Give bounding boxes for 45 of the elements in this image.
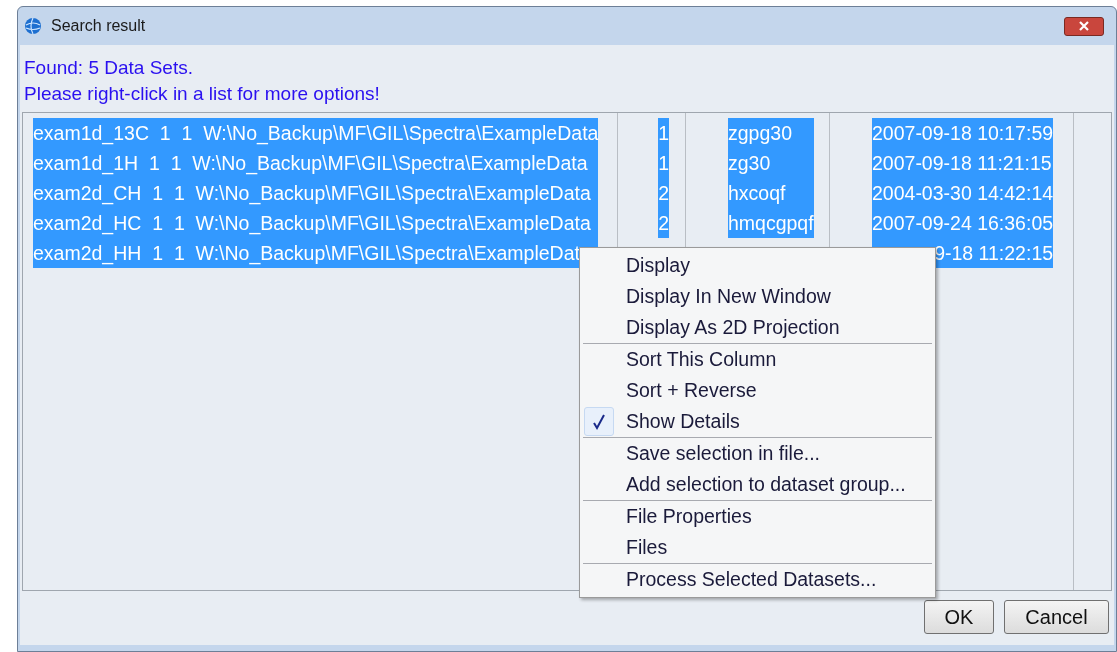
menu-item[interactable]: Display As 2D Projection bbox=[583, 312, 932, 343]
menu-item[interactable]: Process Selected Datasets... bbox=[583, 564, 932, 595]
menu-item[interactable]: Sort + Reverse bbox=[583, 375, 932, 406]
list-cell[interactable]: exam2d_CH 1 1 W:\No_Backup\MF\GIL\Spectra\ExampleData bbox=[33, 178, 599, 208]
list-cell[interactable]: zgpg30 bbox=[728, 118, 814, 148]
dialog-button[interactable]: OK bbox=[924, 600, 994, 634]
list-cell[interactable]: hmqcgpqf bbox=[728, 208, 814, 238]
menu-item-label: Display bbox=[626, 252, 690, 278]
dialog-button[interactable]: Cancel bbox=[1004, 600, 1109, 634]
menu-item-label: Files bbox=[626, 534, 668, 560]
list-cell[interactable]: exam1d_1H 1 1 W:\No_Backup\MF\GIL\Spectra\ExampleData bbox=[33, 148, 599, 178]
list-cell[interactable]: 2007-09-24 16:36:05 bbox=[872, 208, 1054, 238]
menu-item[interactable]: Files bbox=[583, 532, 932, 563]
close-button[interactable] bbox=[1064, 16, 1104, 36]
list-cell[interactable]: 2007-09-18 10:17:59 bbox=[872, 118, 1054, 148]
status-message: Found: 5 Data Sets. bbox=[24, 57, 194, 79]
menu-item-label: Sort + Reverse bbox=[626, 377, 757, 403]
list-cell[interactable]: 2 bbox=[658, 178, 669, 208]
menu-item[interactable]: Show Details bbox=[583, 406, 932, 437]
list-cell[interactable]: 2007-09-18 11:21:15 bbox=[872, 148, 1054, 178]
list-cell[interactable]: zg30 bbox=[728, 148, 814, 178]
menu-item-label: File Properties bbox=[626, 503, 752, 529]
list-cell[interactable]: 1 bbox=[658, 148, 669, 178]
status-message: Please right-click in a list for more options! bbox=[24, 83, 381, 105]
list-cell[interactable]: 2004-03-30 14:42:14 bbox=[872, 178, 1054, 208]
list-cell[interactable]: hxcoqf bbox=[728, 178, 814, 208]
window-title: Search result bbox=[51, 16, 146, 36]
menu-item[interactable]: Save selection in file... bbox=[583, 438, 932, 469]
menu-item-label: Sort This Column bbox=[626, 346, 777, 372]
menu-item[interactable]: Add selection to dataset group... bbox=[583, 469, 932, 500]
list-cell[interactable]: exam2d_HC 1 1 W:\No_Backup\MF\GIL\Spectra\ExampleData bbox=[33, 208, 599, 238]
menu-item-label: Save selection in file... bbox=[626, 440, 821, 466]
list-cell[interactable]: exam2d_HH 1 1 W:\No_Backup\MF\GIL\Spectra\ExampleDat bbox=[33, 238, 599, 268]
menu-item-label: Display As 2D Projection bbox=[626, 314, 840, 340]
list-cell[interactable]: 1 bbox=[658, 118, 669, 148]
menu-item[interactable]: Display In New Window bbox=[583, 281, 932, 312]
menu-item-label: Add selection to dataset group... bbox=[626, 471, 906, 497]
menu-item-label: Process Selected Datasets... bbox=[626, 566, 877, 592]
close-icon bbox=[1079, 21, 1089, 31]
globe-icon bbox=[24, 17, 42, 35]
list-cell[interactable]: 2 bbox=[658, 208, 669, 238]
menu-item[interactable]: Sort This Column bbox=[583, 344, 932, 375]
menu-item[interactable]: File Properties bbox=[583, 501, 932, 532]
menu-item-label: Show Details bbox=[626, 408, 740, 434]
menu-item-label: Display In New Window bbox=[626, 283, 831, 309]
